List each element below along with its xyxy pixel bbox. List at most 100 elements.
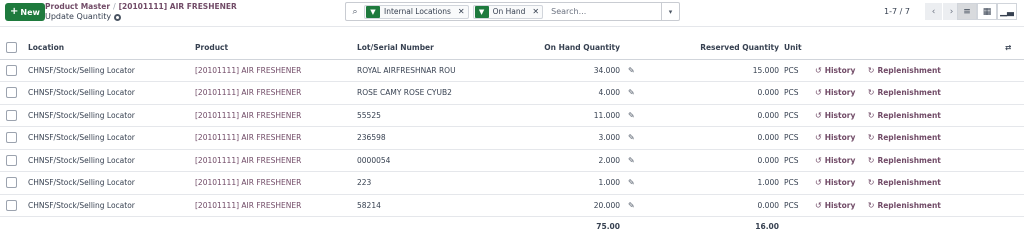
product-link[interactable]: [20101111] AIR FRESHENER [195, 126, 357, 150]
table-row[interactable]: CHNSF/Stock/Selling Locator [20101111] A… [0, 104, 1024, 127]
col-on-hand[interactable]: On Hand Quantity [497, 37, 620, 60]
table-row[interactable]: CHNSF/Stock/Selling Locator [20101111] A… [0, 171, 1024, 195]
col-edit-spacer [620, 37, 640, 60]
filter-icon: ▼ [474, 5, 489, 18]
pencil-icon[interactable]: ✎ [628, 178, 635, 187]
row-checkbox[interactable] [6, 154, 17, 166]
row-checkbox[interactable] [6, 132, 17, 144]
on-hand-cell[interactable]: 3.000 [497, 126, 620, 150]
product-link[interactable]: [20101111] AIR FRESHENER [195, 59, 357, 82]
row-checkbox[interactable] [6, 87, 17, 99]
pencil-icon[interactable]: ✎ [628, 133, 635, 142]
replenishment-button[interactable]: ↻ Replenishment [868, 88, 941, 97]
remove-facet-icon[interactable]: ✕ [455, 7, 468, 16]
pencil-icon[interactable]: ✎ [628, 201, 635, 210]
replenishment-button[interactable]: ↻ Replenishment [868, 133, 941, 142]
replenishment-label: Replenishment [877, 133, 941, 143]
replenishment-button[interactable]: ↻ Replenishment [868, 111, 941, 120]
breadcrumb-parent[interactable]: Product Master [45, 2, 110, 11]
pager-previous-button[interactable]: ‹ [925, 3, 942, 20]
history-label: History [824, 65, 856, 75]
location-cell: CHNSF/Stock/Selling Locator [28, 149, 195, 172]
graph-view-button[interactable]: ▁▃ [997, 3, 1017, 20]
optional-columns-icon[interactable]: ⇄ [1005, 43, 1011, 52]
refresh-icon: ↻ [867, 155, 875, 165]
edit-cell: ✎ [620, 104, 640, 127]
pencil-icon[interactable]: ✎ [628, 111, 635, 120]
search-options-toggle[interactable]: ▾ [661, 3, 679, 20]
col-unit[interactable]: Unit [779, 37, 815, 60]
on-hand-cell[interactable]: 34.000 [497, 59, 620, 82]
lot-cell: 58214 [357, 194, 497, 217]
history-button[interactable]: ↺ History [815, 66, 855, 75]
on-hand-cell[interactable]: 2.000 [497, 149, 620, 172]
pivot-icon: ▦ [982, 6, 992, 17]
select-all-checkbox[interactable] [6, 42, 17, 54]
remove-facet-icon[interactable]: ✕ [529, 7, 542, 16]
pencil-icon[interactable]: ✎ [628, 88, 635, 97]
col-location[interactable]: Location [28, 37, 195, 60]
on-hand-cell[interactable]: 1.000 [497, 171, 620, 195]
reserved-cell: 15.000 [640, 59, 779, 82]
table-row[interactable]: CHNSF/Stock/Selling Locator [20101111] A… [0, 81, 1024, 105]
product-link[interactable]: [20101111] AIR FRESHENER [195, 171, 357, 195]
product-link[interactable]: [20101111] AIR FRESHENER [195, 194, 357, 217]
history-button[interactable]: ↺ History [815, 133, 855, 142]
breadcrumb-separator: / [113, 2, 116, 11]
on-hand-cell[interactable]: 11.000 [497, 104, 620, 127]
row-spacer [1005, 126, 1024, 150]
replenishment-button[interactable]: ↻ Replenishment [868, 201, 941, 210]
search-input[interactable]: Search... [547, 7, 661, 16]
row-spacer [1005, 171, 1024, 195]
table-row[interactable]: CHNSF/Stock/Selling Locator [20101111] A… [0, 59, 1024, 82]
history-button[interactable]: ↺ History [815, 111, 855, 120]
pencil-icon[interactable]: ✎ [628, 156, 635, 165]
replenishment-button[interactable]: ↻ Replenishment [868, 156, 941, 165]
replenishment-label: Replenishment [877, 200, 941, 210]
unit-cell: PCS [779, 171, 815, 195]
unit-cell: PCS [779, 149, 815, 172]
row-checkbox[interactable] [6, 109, 17, 121]
breadcrumb-current[interactable]: [20101111] AIR FRESHENER [119, 2, 237, 11]
col-lot[interactable]: Lot/Serial Number [357, 37, 497, 60]
new-button[interactable]: + New [5, 3, 45, 21]
on-hand-cell[interactable]: 4.000 [497, 81, 620, 105]
history-button[interactable]: ↺ History [815, 156, 855, 165]
replenishment-button[interactable]: ↻ Replenishment [868, 66, 941, 75]
on-hand-cell[interactable]: 20.000 [497, 194, 620, 217]
product-link[interactable]: [20101111] AIR FRESHENER [195, 81, 357, 105]
facet-label: Internal Locations [384, 7, 451, 16]
list-view-button[interactable]: ≡ [957, 3, 977, 20]
unit-cell: PCS [779, 126, 815, 150]
new-button-label: New [20, 7, 40, 17]
product-link[interactable]: [20101111] AIR FRESHENER [195, 149, 357, 172]
unit-cell: PCS [779, 194, 815, 217]
pencil-icon[interactable]: ✎ [628, 66, 635, 75]
row-checkbox[interactable] [6, 199, 17, 211]
history-button[interactable]: ↺ History [815, 88, 855, 97]
history-label: History [824, 88, 856, 98]
row-select-cell [0, 171, 28, 195]
search-bar[interactable]: ⌕ ▼ Internal Locations ✕ ▼ On Hand ✕ Sea… [345, 2, 680, 21]
lot-cell: ROSE CAMY ROSE CYUB2 [357, 81, 497, 105]
history-button[interactable]: ↺ History [815, 201, 855, 210]
replenishment-button[interactable]: ↻ Replenishment [868, 178, 941, 187]
reserved-cell: 0.000 [640, 126, 779, 150]
table-row[interactable]: CHNSF/Stock/Selling Locator [20101111] A… [0, 126, 1024, 150]
row-checkbox[interactable] [6, 177, 17, 189]
replenishment-label: Replenishment [877, 178, 941, 188]
product-link[interactable]: [20101111] AIR FRESHENER [195, 104, 357, 127]
row-checkbox[interactable] [6, 64, 17, 76]
location-cell: CHNSF/Stock/Selling Locator [28, 194, 195, 217]
pivot-view-button[interactable]: ▦ [977, 3, 997, 20]
quant-table: Location Product Lot/Serial Number On Ha… [0, 37, 1024, 237]
col-product[interactable]: Product [195, 37, 357, 60]
history-button[interactable]: ↺ History [815, 178, 855, 187]
lot-cell: 223 [357, 171, 497, 195]
pager-value[interactable]: 1-7 / 7 [884, 7, 910, 16]
refresh-icon: ↻ [867, 178, 875, 188]
table-row[interactable]: CHNSF/Stock/Selling Locator [20101111] A… [0, 194, 1024, 217]
gear-icon[interactable] [114, 13, 122, 21]
col-reserved[interactable]: Reserved Quantity [640, 37, 779, 60]
table-row[interactable]: CHNSF/Stock/Selling Locator [20101111] A… [0, 149, 1024, 172]
